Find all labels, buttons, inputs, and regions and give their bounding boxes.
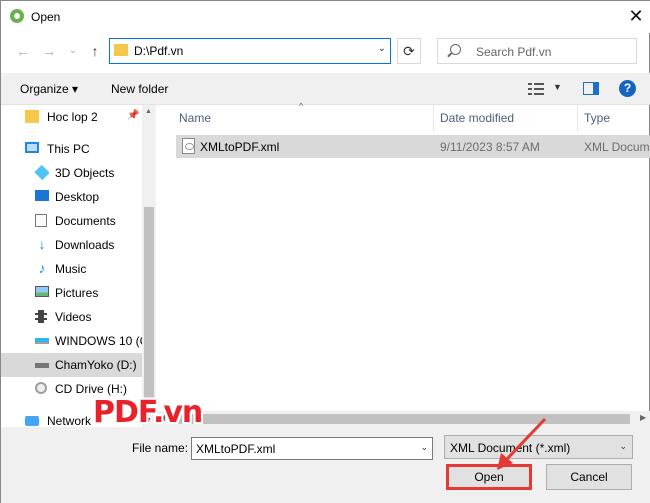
annotation-arrow-icon xyxy=(497,417,547,470)
open-dialog: Open ✕ ← → ⌄ ↑ D:\Pdf.vn ⌄ ⟳ Search Pdf.… xyxy=(0,0,650,503)
